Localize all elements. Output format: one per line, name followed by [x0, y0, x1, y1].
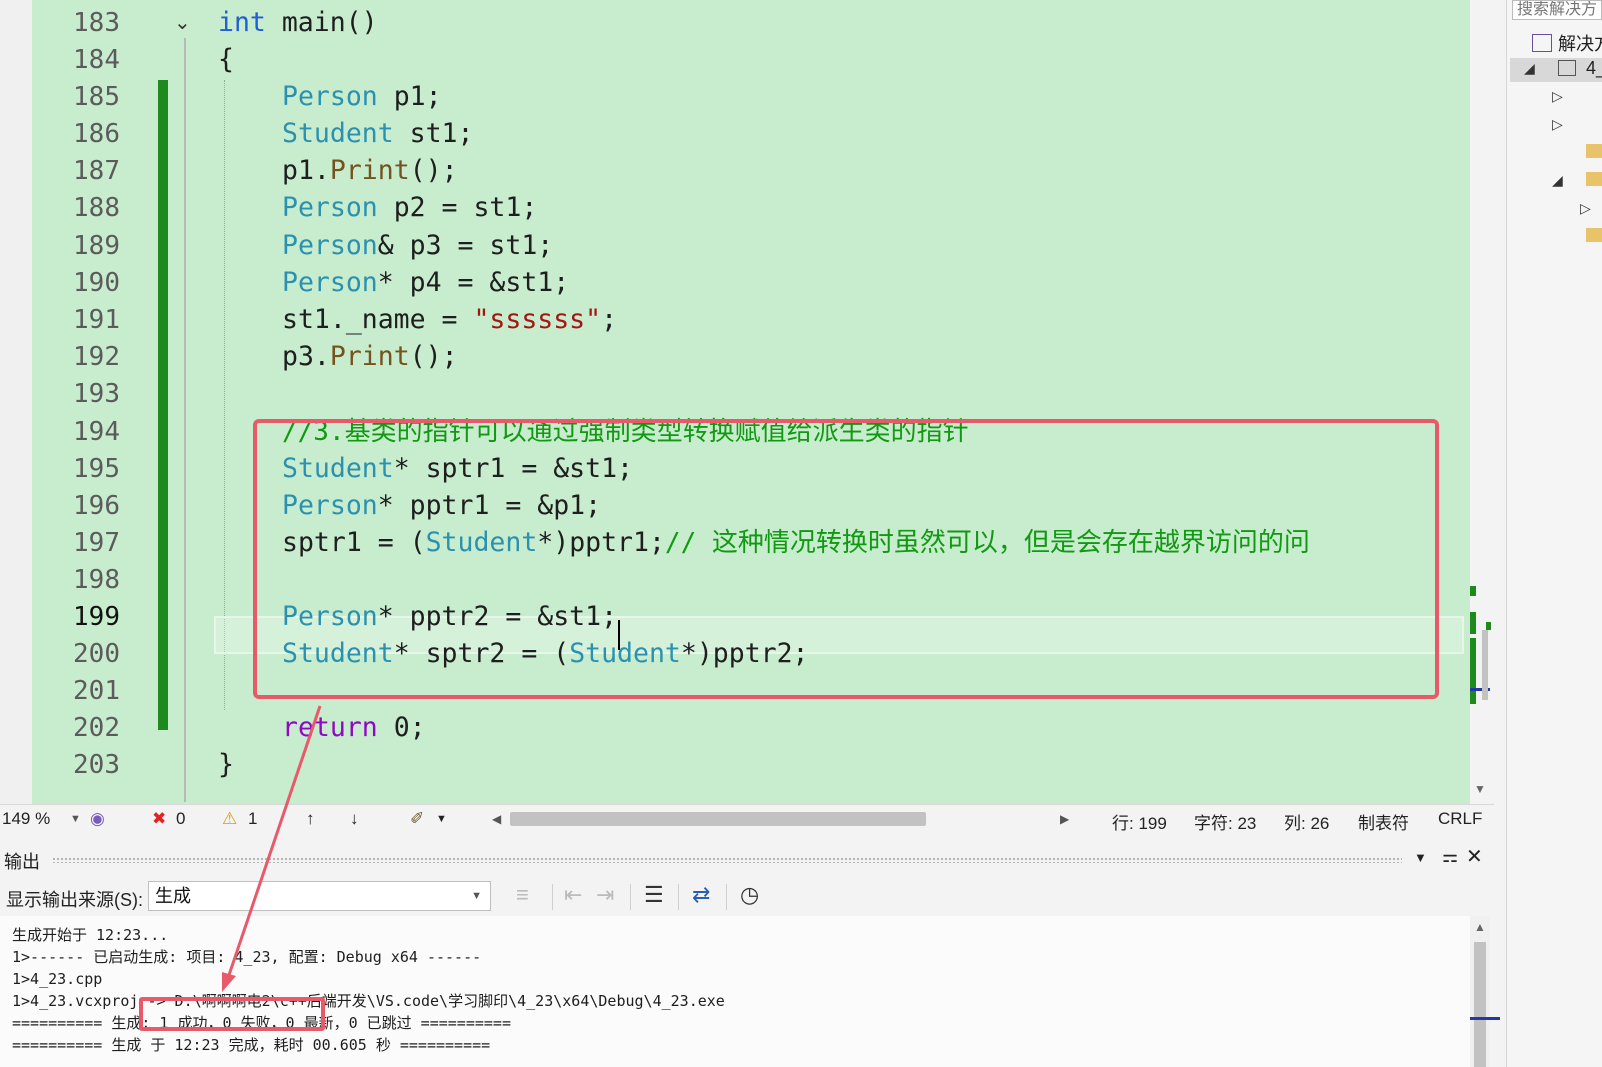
arrow-shaft [226, 705, 322, 979]
arrowhead [222, 972, 236, 992]
annotation-arrow [222, 705, 322, 992]
